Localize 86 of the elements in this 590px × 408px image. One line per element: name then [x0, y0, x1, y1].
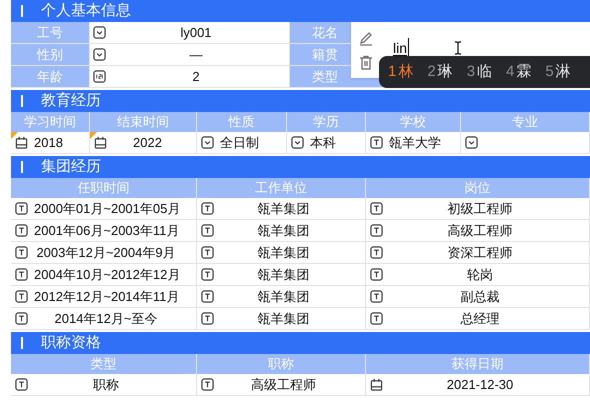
- text-type-icon[interactable]: [15, 202, 28, 215]
- dropdown-icon[interactable]: [93, 48, 106, 61]
- column-header: 学历: [287, 112, 366, 132]
- column-header: 获得日期: [366, 354, 590, 374]
- dropdown-icon[interactable]: [201, 136, 214, 149]
- section-marker: [21, 95, 23, 107]
- table-cell-text: 瓴羊集团: [256, 222, 310, 240]
- text-type-icon[interactable]: [370, 224, 383, 237]
- table-cell-text: 副总裁: [460, 288, 500, 306]
- table-cell-text: 瓴羊集团: [256, 288, 310, 306]
- number-icon[interactable]: [93, 70, 106, 83]
- column-header: 工作单位: [197, 178, 366, 198]
- text-type-icon[interactable]: [15, 246, 28, 259]
- text-type-icon[interactable]: [201, 290, 214, 303]
- field-label: 性别: [11, 44, 90, 65]
- text-type-icon[interactable]: [201, 312, 214, 325]
- table-cell-text: 轮岗: [466, 266, 494, 284]
- text-type-icon[interactable]: [15, 224, 28, 237]
- section-title: 个人基本信息: [41, 0, 131, 21]
- table-cell-text: 2012年12月~2014年11月: [34, 288, 180, 306]
- section-marker: [21, 337, 23, 349]
- dropdown-icon[interactable]: [93, 26, 106, 39]
- text-type-icon[interactable]: [370, 268, 383, 281]
- section-title: 集团经历: [41, 156, 101, 177]
- column-header: 类型: [11, 354, 197, 374]
- text-type-icon[interactable]: [370, 290, 383, 303]
- text-type-icon[interactable]: [201, 246, 214, 259]
- text-type-icon[interactable]: [370, 246, 383, 259]
- text-type-icon[interactable]: [370, 312, 383, 325]
- calendar-icon[interactable]: [94, 136, 107, 149]
- table-cell-text: 总经理: [460, 310, 500, 328]
- table-cell-text: 高级工程师: [250, 376, 317, 394]
- section-marker: [21, 5, 23, 17]
- table-cell-text: 2001年06月~2003年11月: [34, 222, 180, 240]
- column-header: 任职时间: [11, 178, 197, 198]
- text-type-icon[interactable]: [370, 136, 383, 149]
- field-label: 工号: [11, 22, 90, 43]
- column-header: 学习时间: [11, 112, 90, 132]
- table-cell-text: 瓴羊集团: [256, 266, 310, 284]
- field-label: 年龄: [11, 66, 90, 87]
- table-cell-text: 2018: [34, 134, 63, 152]
- table-cell-text: 2021-12-30: [446, 376, 514, 394]
- field-value[interactable]: 2: [106, 66, 286, 86]
- pencil-icon: [358, 30, 374, 46]
- text-type-icon[interactable]: [15, 312, 28, 325]
- column-header: 岗位: [366, 178, 590, 198]
- table-cell-text: 瓴羊集团: [256, 200, 310, 218]
- table-cell-text: 初级工程师: [446, 200, 514, 218]
- text-type-icon[interactable]: [370, 202, 383, 215]
- dropdown-icon[interactable]: [465, 136, 478, 149]
- table-cell-text: 2000年01月~2001年05月: [34, 200, 182, 218]
- text-type-icon[interactable]: [201, 268, 214, 281]
- section-title: 教育经历: [41, 90, 101, 111]
- text-type-icon[interactable]: [201, 202, 214, 215]
- text-type-icon[interactable]: [15, 268, 28, 281]
- field-value[interactable]: —: [106, 44, 286, 64]
- trash-icon: [359, 54, 373, 70]
- table-cell-text: 2022: [133, 134, 162, 152]
- section-title: 职称资格: [41, 332, 101, 353]
- table-cell-text: 瓴羊大学: [389, 134, 441, 152]
- table-cell-text: 瓴羊集团: [256, 244, 310, 262]
- section-marker: [21, 161, 23, 173]
- table-cell-text: 资深工程师: [446, 244, 514, 262]
- table-cell-text: 职称: [92, 376, 120, 394]
- table-cell-text: 2004年10月~2012年12月: [34, 266, 182, 284]
- delete-button[interactable]: [357, 54, 375, 72]
- column-header: 职称: [197, 354, 366, 374]
- table-cell-text: 瓴羊集团: [256, 310, 310, 328]
- dropdown-icon[interactable]: [291, 136, 304, 149]
- table-cell-text: 本科: [310, 134, 336, 152]
- column-header: 性质: [197, 112, 287, 132]
- text-type-icon[interactable]: [201, 224, 214, 237]
- column-header: 结束时间: [90, 112, 197, 132]
- text-cursor-icon: [454, 41, 462, 55]
- table-cell-text: 全日制: [220, 134, 259, 152]
- text-type-icon[interactable]: [15, 378, 28, 391]
- column-header: 学校: [366, 112, 461, 132]
- column-header: 专业: [461, 112, 590, 132]
- text-type-icon[interactable]: [201, 378, 214, 391]
- calendar-icon[interactable]: [370, 378, 383, 391]
- table-cell-text: 高级工程师: [446, 222, 514, 240]
- table-cell-text: 2003年12月~2004年9月: [35, 244, 177, 262]
- field-value[interactable]: ly001: [106, 22, 286, 42]
- table-cell-text: 2014年12月~至今: [54, 310, 158, 328]
- text-type-icon[interactable]: [15, 290, 28, 303]
- calendar-icon[interactable]: [15, 136, 28, 149]
